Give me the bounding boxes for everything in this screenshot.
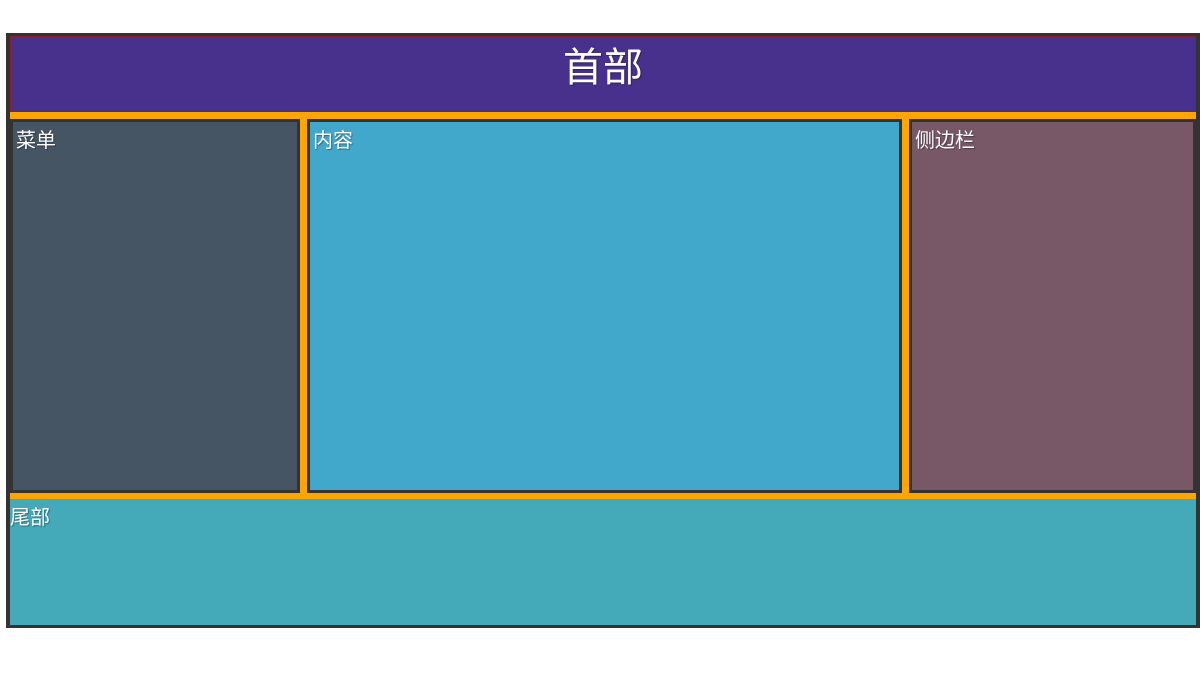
footer-region: 尾部 — [10, 499, 1196, 625]
sidebar-label: 侧边栏 — [915, 128, 975, 152]
column-gap-left — [300, 119, 307, 493]
header-label: 首部 — [563, 45, 643, 91]
footer-label: 尾部 — [10, 505, 50, 529]
header-gap — [10, 112, 1196, 119]
content-label: 内容 — [313, 128, 353, 152]
layout-container: 首部 菜单 内容 侧边栏 尾部 — [6, 33, 1200, 628]
header-region: 首部 — [10, 36, 1196, 112]
menu-label: 菜单 — [16, 128, 56, 152]
content-region: 内容 — [307, 119, 902, 493]
menu-region: 菜单 — [10, 119, 300, 493]
column-gap-right — [902, 119, 909, 493]
sidebar-region: 侧边栏 — [909, 119, 1196, 493]
